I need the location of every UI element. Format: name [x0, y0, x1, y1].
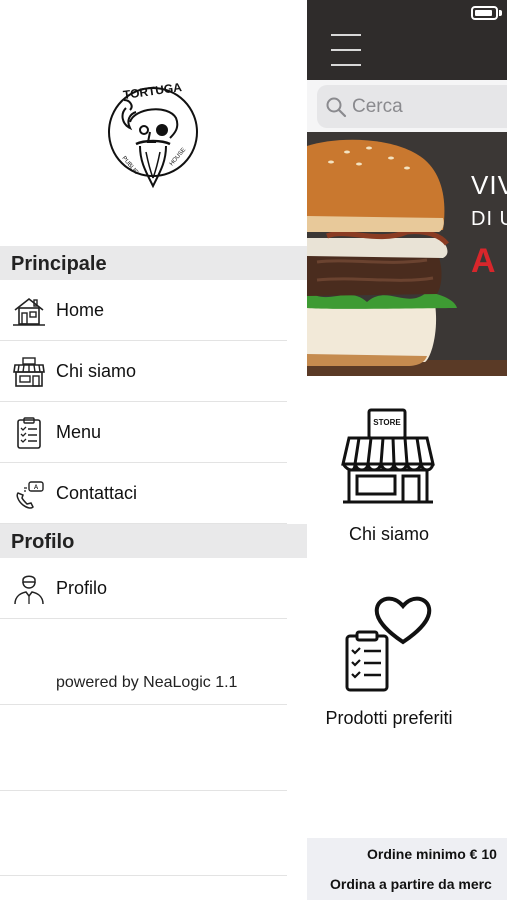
clipboard-list-icon	[17, 417, 41, 449]
menu-item-label: Profilo	[56, 578, 108, 598]
search-input[interactable]	[352, 85, 507, 128]
logo-sub-left: PUBLIC	[120, 155, 139, 176]
tortuga-logo: TORTUGA PUBLIC HOUSE	[108, 80, 198, 189]
menu-item-chi-siamo[interactable]: Chi siamo	[0, 341, 287, 402]
tile-prodotti-preferiti[interactable]: Prodotti preferiti	[307, 590, 507, 740]
logo-sub-right: HOUSE	[169, 147, 187, 167]
store-icon	[13, 357, 45, 387]
menu-item-menu[interactable]: Menu	[0, 402, 287, 463]
menu-item-label: Chi siamo	[56, 361, 137, 381]
user-icon	[14, 575, 44, 605]
menu-item-label: Menu	[56, 422, 102, 442]
hamburger-menu-icon[interactable]	[331, 34, 361, 68]
tile-label: Chi siamo	[348, 524, 430, 544]
order-info-footer: Ordine minimo € 10 Ordina a partire da m…	[307, 838, 507, 900]
divider	[0, 704, 287, 705]
home-icon	[13, 297, 45, 326]
tile-chi-siamo[interactable]: STORE Chi siamo	[307, 400, 507, 560]
powered-by-text: powered by NeaLogic 1.1	[56, 674, 238, 691]
store-sign-text: STORE	[373, 418, 401, 427]
minimum-order-text: Ordine minimo € 10	[367, 846, 497, 862]
menu-item-label: Home	[56, 300, 105, 320]
banner-headline: VIV	[471, 170, 507, 200]
tile-label: Prodotti preferiti	[325, 708, 453, 728]
divider	[0, 790, 287, 791]
order-start-text: Ordina a partire da merc	[330, 876, 492, 892]
menu-item-profilo[interactable]: Profilo	[0, 558, 287, 619]
top-bar	[307, 0, 507, 80]
section-header-principale: Principale	[0, 246, 307, 280]
battery-icon	[471, 6, 498, 20]
logo-title: TORTUGA	[122, 80, 183, 102]
battery-tip	[499, 10, 502, 16]
section-header-profilo: Profilo	[0, 524, 307, 558]
search-icon	[326, 97, 347, 118]
divider	[0, 875, 287, 876]
store-icon: STORE	[341, 408, 435, 504]
menu-item-label: Contattaci	[56, 483, 138, 503]
main-content: VIV DI U A C STORE Chi siamo Prodotti pr…	[307, 0, 507, 900]
banner-subheadline: DI U	[471, 208, 507, 230]
promo-banner[interactable]: VIV DI U A C	[307, 132, 507, 376]
menu-item-contattaci[interactable]: A Contattaci	[0, 463, 287, 524]
side-drawer: TORTUGA PUBLIC HOUSE Principale Home Chi…	[0, 0, 307, 900]
search-box[interactable]	[317, 85, 507, 128]
heart-clipboard-icon	[345, 596, 432, 692]
svg-text:A: A	[34, 485, 39, 491]
banner-accent-text: A C	[471, 242, 507, 280]
phone-chat-icon: A	[16, 481, 44, 509]
menu-item-home[interactable]: Home	[0, 280, 287, 341]
search-bar	[307, 80, 507, 132]
